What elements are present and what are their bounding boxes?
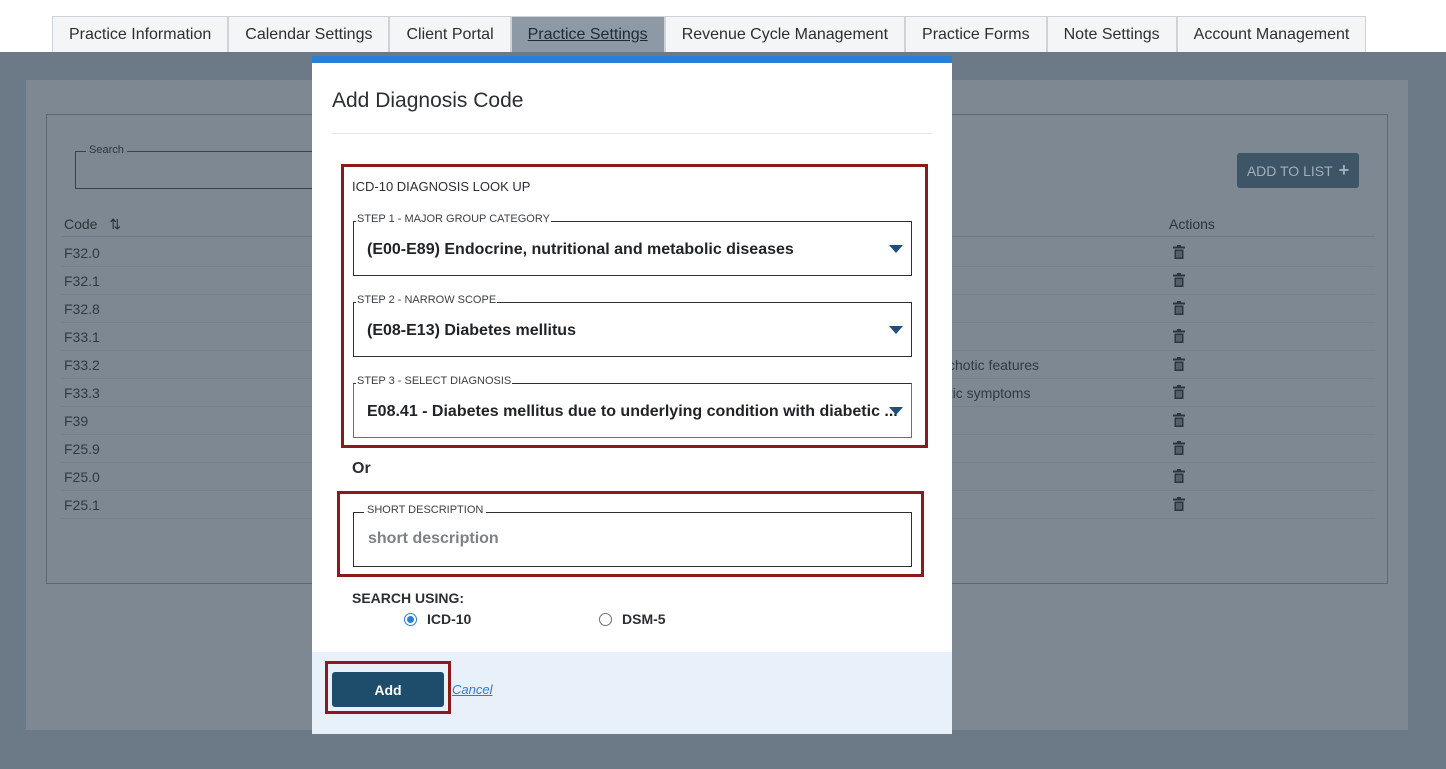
- trash-icon[interactable]: [1173, 385, 1185, 399]
- step1-label: STEP 1 - MAJOR GROUP CATEGORY: [356, 213, 551, 225]
- step1-select[interactable]: STEP 1 - MAJOR GROUP CATEGORY (E00-E89) …: [353, 213, 912, 276]
- trash-icon[interactable]: [1173, 357, 1185, 371]
- trash-icon[interactable]: [1173, 441, 1185, 455]
- add-diagnosis-modal: Add Diagnosis Code ICD-10 DIAGNOSIS LOOK…: [312, 56, 952, 734]
- search-field[interactable]: Search: [75, 144, 335, 189]
- radio-checked-icon[interactable]: [404, 612, 417, 626]
- row-code: F32.8: [64, 301, 100, 317]
- trash-icon[interactable]: [1173, 245, 1185, 259]
- row-code: F32.0: [64, 245, 100, 261]
- row-code: F33.1: [64, 329, 100, 345]
- trash-icon[interactable]: [1173, 329, 1185, 343]
- row-code: F39: [64, 413, 89, 429]
- step2-select[interactable]: STEP 2 - NARROW SCOPE (E08-E13) Diabetes…: [353, 294, 912, 357]
- tab-client-portal[interactable]: Client Portal: [389, 16, 511, 52]
- trash-icon[interactable]: [1173, 469, 1185, 483]
- row-code: F33.3: [64, 385, 100, 401]
- tab-practice-forms[interactable]: Practice Forms: [905, 16, 1047, 52]
- column-header-code[interactable]: Code ⇅: [64, 216, 121, 233]
- step1-value: (E00-E89) Endocrine, nutritional and met…: [367, 241, 794, 258]
- add-button[interactable]: Add: [332, 672, 444, 707]
- row-code: F33.2: [64, 357, 100, 373]
- add-to-list-label: ADD TO LIST: [1246, 162, 1333, 179]
- column-header-actions: Actions: [1169, 216, 1215, 232]
- or-label: Or: [352, 460, 371, 477]
- tab-calendar-settings[interactable]: Calendar Settings: [228, 16, 390, 52]
- short-description-field[interactable]: SHORT DESCRIPTION: [353, 504, 912, 567]
- step3-select[interactable]: STEP 3 - SELECT DIAGNOSIS E08.41 - Diabe…: [353, 375, 912, 438]
- caret-down-icon[interactable]: [889, 245, 903, 253]
- row-description: ychotic features: [941, 357, 1040, 373]
- step3-value: E08.41 - Diabetes mellitus due to underl…: [367, 403, 898, 420]
- radio-icd10[interactable]: ICD-10: [404, 611, 471, 627]
- radio-unchecked-icon[interactable]: [599, 612, 612, 626]
- tab-revenue-cycle-management[interactable]: Revenue Cycle Management: [664, 16, 906, 52]
- row-code: F25.0: [64, 469, 100, 485]
- short-description-input[interactable]: [368, 530, 888, 548]
- search-using-label: SEARCH USING:: [352, 590, 465, 606]
- step2-value: (E08-E13) Diabetes mellitus: [367, 322, 576, 339]
- caret-down-icon[interactable]: [889, 326, 903, 334]
- row-code: F25.9: [64, 441, 100, 457]
- search-label: Search: [86, 144, 127, 156]
- top-tab-bar: Practice Information Calendar Settings C…: [0, 0, 1446, 52]
- sort-icon[interactable]: ⇅: [109, 216, 121, 232]
- row-code: F32.1: [64, 273, 100, 289]
- cancel-link[interactable]: Cancel: [452, 682, 492, 697]
- tab-practice-information[interactable]: Practice Information: [52, 16, 229, 52]
- trash-icon[interactable]: [1173, 301, 1185, 315]
- lookup-title: ICD-10 DIAGNOSIS LOOK UP: [352, 179, 531, 194]
- row-code: F25.1: [64, 497, 100, 513]
- tab-note-settings[interactable]: Note Settings: [1046, 16, 1177, 52]
- trash-icon[interactable]: [1173, 413, 1185, 427]
- tab-practice-settings[interactable]: Practice Settings: [510, 16, 665, 52]
- radio-icd10-label: ICD-10: [427, 611, 472, 627]
- plus-icon: +: [1338, 160, 1350, 180]
- trash-icon[interactable]: [1173, 273, 1185, 287]
- tab-account-management[interactable]: Account Management: [1176, 16, 1367, 52]
- short-description-label: SHORT DESCRIPTION: [364, 504, 487, 516]
- radio-dsm5-label: DSM-5: [622, 611, 666, 627]
- add-to-list-button[interactable]: ADD TO LIST +: [1237, 153, 1359, 188]
- settings-tabs: Practice Information Calendar Settings C…: [52, 16, 1367, 52]
- caret-down-icon[interactable]: [889, 407, 903, 415]
- modal-divider: [332, 133, 932, 134]
- step2-label: STEP 2 - NARROW SCOPE: [356, 294, 498, 306]
- trash-icon[interactable]: [1173, 497, 1185, 511]
- radio-dsm5[interactable]: DSM-5: [599, 611, 666, 627]
- modal-title: Add Diagnosis Code: [332, 89, 524, 112]
- row-description: otic symptoms: [941, 385, 1031, 401]
- step3-label: STEP 3 - SELECT DIAGNOSIS: [356, 375, 513, 387]
